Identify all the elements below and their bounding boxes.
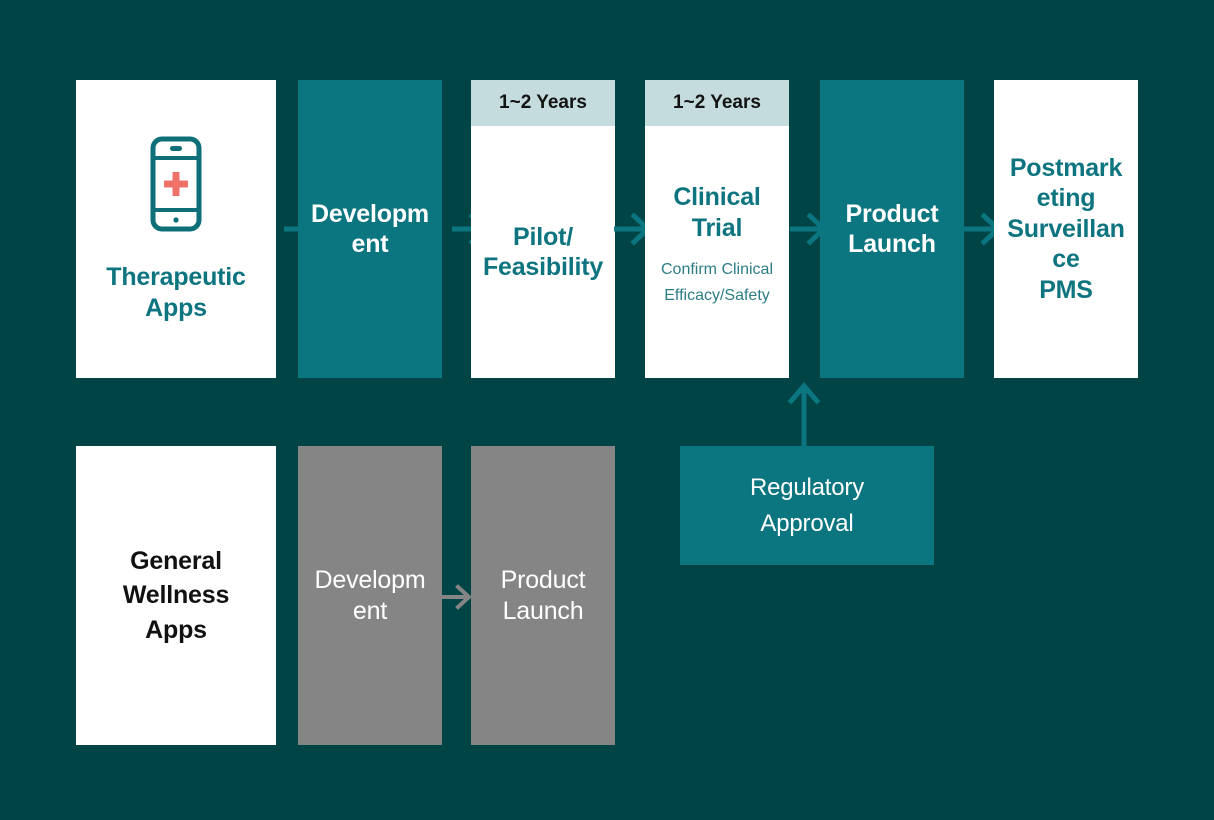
node-pilot-feasibility[interactable]: 1~2 Years Pilot/ Feasibility xyxy=(471,80,615,378)
diagram-canvas: Therapeutic Apps Developm ent 1~2 Years … xyxy=(0,0,1214,820)
node-development[interactable]: Developm ent xyxy=(298,80,442,378)
node-title: General Wellness Apps xyxy=(122,546,230,644)
node-body: Clinical Trial Confirm Clinical Efficacy… xyxy=(645,126,789,378)
arrow-up-regulatory-to-launch xyxy=(786,382,822,453)
node-title: Therapeutic Apps xyxy=(106,263,246,322)
node-regulatory-approval[interactable]: Regulatory Approval xyxy=(680,446,934,565)
node-subtitle: Confirm Clinical Efficacy/Safety xyxy=(660,261,774,305)
node-product-launch-wellness[interactable]: Product Launch xyxy=(471,446,615,745)
node-product-launch[interactable]: Product Launch xyxy=(820,80,964,378)
duration-badge-pilot: 1~2 Years xyxy=(471,80,615,126)
node-title: Regulatory Approval xyxy=(749,473,865,537)
mobile-health-app-icon xyxy=(150,136,202,238)
node-title: Product Launch xyxy=(500,566,586,625)
node-body: Pilot/ Feasibility xyxy=(471,126,615,378)
node-title: Developm ent xyxy=(314,566,426,625)
node-title: Clinical Trial xyxy=(673,183,761,242)
node-postmarketing-surveillance[interactable]: Postmark eting Surveillan ce PMS xyxy=(994,80,1138,378)
node-development-wellness[interactable]: Developm ent xyxy=(298,446,442,745)
node-general-wellness-apps[interactable]: General Wellness Apps xyxy=(76,446,276,745)
node-title: Pilot/ Feasibility xyxy=(482,222,604,282)
node-therapeutic-apps[interactable]: Therapeutic Apps xyxy=(76,80,276,378)
node-title: Postmark eting Surveillan ce PMS xyxy=(1007,153,1125,304)
node-title: Developm ent xyxy=(311,199,429,259)
node-title: Product Launch xyxy=(845,199,939,259)
duration-badge-clinical-trial: 1~2 Years xyxy=(645,80,789,126)
node-clinical-trial[interactable]: 1~2 Years Clinical Trial Confirm Clinica… xyxy=(645,80,789,378)
